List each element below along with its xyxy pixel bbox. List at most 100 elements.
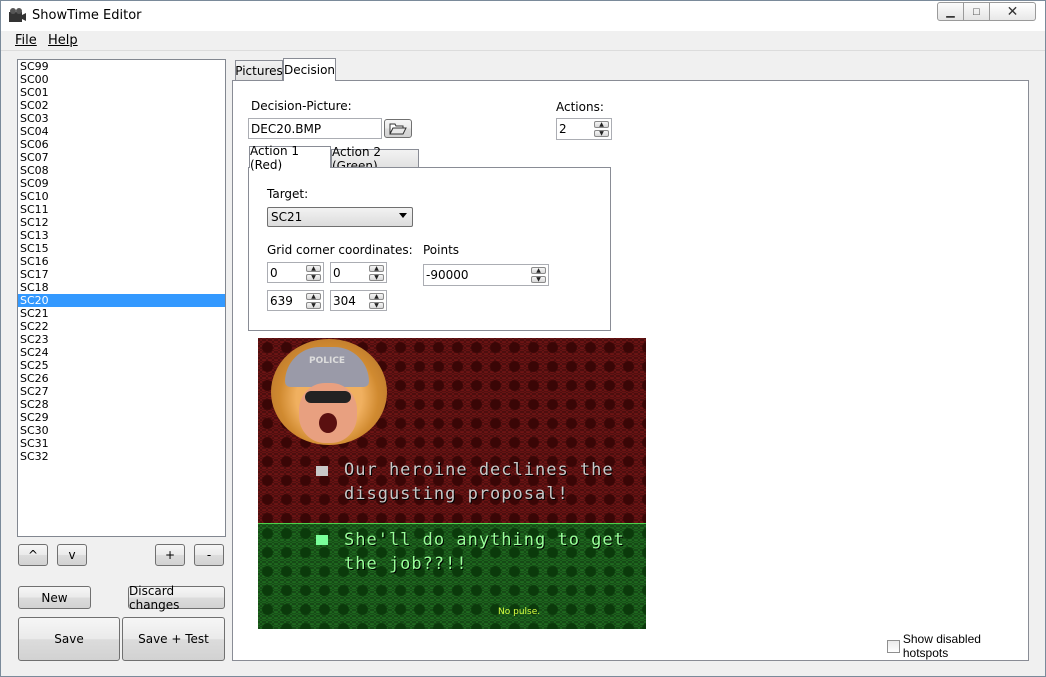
show-disabled-hotspots-checkbox[interactable]: Show disabled hotspots [887,632,1028,660]
list-item[interactable]: SC00 [18,73,225,86]
decision-picture-preview[interactable]: POLICE Our heroine declines the disgusti… [258,338,646,629]
list-item[interactable]: SC06 [18,138,225,151]
decision-picture-input[interactable]: DEC20.BMP [248,118,382,139]
spin-up-icon[interactable]: ▲ [531,267,546,274]
decision-picture-label: Decision-Picture: [251,99,352,113]
tab-decision[interactable]: Decision [283,58,336,81]
list-item[interactable]: SC24 [18,346,225,359]
list-item[interactable]: SC03 [18,112,225,125]
spin-up-icon[interactable]: ▲ [369,293,384,300]
list-item[interactable]: SC04 [18,125,225,138]
actions-label: Actions: [556,100,604,114]
spin-up-icon[interactable]: ▲ [306,293,321,300]
list-item[interactable]: SC17 [18,268,225,281]
spin-down-icon[interactable]: ▼ [369,302,384,309]
points-label: Points [423,243,460,257]
list-item[interactable]: SC28 [18,398,225,411]
title-bar: ShowTime Editor ▁ □ ✕ [1,1,1045,31]
spin-up-icon[interactable]: ▲ [594,121,609,128]
option1-line2: disgusting proposal! [344,484,569,504]
list-item[interactable]: SC02 [18,99,225,112]
move-down-button[interactable]: v [57,544,87,566]
footer-text: No pulse. [498,607,541,617]
menu-file[interactable]: File [15,33,37,48]
list-item[interactable]: SC07 [18,151,225,164]
spin-down-icon[interactable]: ▼ [306,302,321,309]
grid-y2-spinner[interactable]: 304 ▲ ▼ [330,290,387,311]
list-item[interactable]: SC15 [18,242,225,255]
grid-x2-spin-buttons[interactable]: ▲ ▼ [306,293,321,309]
maximize-button[interactable]: □ [964,2,990,21]
grid-x1-value: 0 [270,265,278,280]
menu-help[interactable]: Help [48,33,78,48]
actions-spinner[interactable]: 2 ▲ ▼ [556,118,612,140]
new-button[interactable]: New [18,586,91,609]
list-item[interactable]: SC23 [18,333,225,346]
list-item[interactable]: SC16 [18,255,225,268]
grid-x2-value: 639 [270,293,293,308]
grid-x1-spinner[interactable]: 0 ▲ ▼ [267,262,324,283]
move-up-button[interactable]: ^ [18,544,48,566]
spin-up-icon[interactable]: ▲ [369,265,384,272]
add-scene-button[interactable]: + [155,544,185,566]
spin-down-icon[interactable]: ▼ [306,274,321,281]
list-item[interactable]: SC31 [18,437,225,450]
actions-spin-buttons[interactable]: ▲ ▼ [594,121,609,137]
list-item[interactable]: SC13 [18,229,225,242]
show-disabled-hotspots-label: Show disabled hotspots [902,632,981,660]
spin-down-icon[interactable]: ▼ [594,130,609,137]
grid-x1-spin-buttons[interactable]: ▲ ▼ [306,265,321,281]
browse-button[interactable] [384,119,412,138]
window-title: ShowTime Editor [32,8,142,23]
scene-list[interactable]: SC99 SC00 SC01 SC02 SC03 SC04 SC06 SC07 SC08 SC09… [17,59,226,537]
list-item[interactable]: SC09 [18,177,225,190]
discard-changes-button[interactable]: Discard changes [128,584,225,612]
menu-bar: File Help [1,31,1045,51]
list-item[interactable]: SC21 [18,307,225,320]
list-item[interactable]: SC32 [18,450,225,463]
tab-action1[interactable]: Action 1 (Red) [249,144,331,172]
list-item[interactable]: SC26 [18,372,225,385]
list-item[interactable]: SC08 [18,164,225,177]
option2-line2: the job??!! [344,554,468,574]
target-value: SC21 [271,210,303,224]
minimize-button[interactable]: ▁ [937,2,964,21]
close-button[interactable]: ✕ [990,2,1036,21]
police-portrait-image: POLICE [271,339,387,445]
option1-line1: Our heroine declines the [344,460,614,480]
points-spinner[interactable]: -90000 ▲ ▼ [423,264,549,286]
save-test-button[interactable]: Save + Test [122,617,225,661]
remove-scene-button[interactable]: - [194,544,224,566]
grid-x2-spinner[interactable]: 639 ▲ ▼ [267,290,324,311]
list-item[interactable]: SC01 [18,86,225,99]
tab-pictures[interactable]: Pictures [235,60,283,81]
grid-coords-label: Grid corner coordinates: [267,243,413,257]
checkbox-box[interactable] [887,639,900,653]
grid-y1-spin-buttons[interactable]: ▲ ▼ [369,265,384,281]
spin-down-icon[interactable]: ▼ [369,274,384,281]
bullet-icon [316,535,328,545]
target-select[interactable]: SC21 [267,207,413,227]
folder-open-icon [389,123,407,135]
list-item[interactable]: SC27 [18,385,225,398]
list-item[interactable]: SC99 [18,60,225,73]
helmet-text: POLICE [309,356,346,366]
spin-down-icon[interactable]: ▼ [531,276,546,283]
save-button[interactable]: Save [18,617,120,661]
list-item[interactable]: SC12 [18,216,225,229]
list-item[interactable]: SC25 [18,359,225,372]
list-item[interactable]: SC18 [18,281,225,294]
list-item[interactable]: SC10 [18,190,225,203]
points-value: -90000 [426,268,469,282]
points-spin-buttons[interactable]: ▲ ▼ [531,267,546,283]
list-item[interactable]: SC29 [18,411,225,424]
list-item[interactable]: SC20 [18,294,225,307]
tab-action2[interactable]: Action 2 (Green) [331,145,419,173]
list-item[interactable]: SC30 [18,424,225,437]
spin-up-icon[interactable]: ▲ [306,265,321,272]
grid-y1-spinner[interactable]: 0 ▲ ▼ [330,262,387,283]
grid-y2-spin-buttons[interactable]: ▲ ▼ [369,293,384,309]
list-item[interactable]: SC11 [18,203,225,216]
list-item[interactable]: SC22 [18,320,225,333]
window-controls: ▁ □ ✕ [937,2,1036,22]
